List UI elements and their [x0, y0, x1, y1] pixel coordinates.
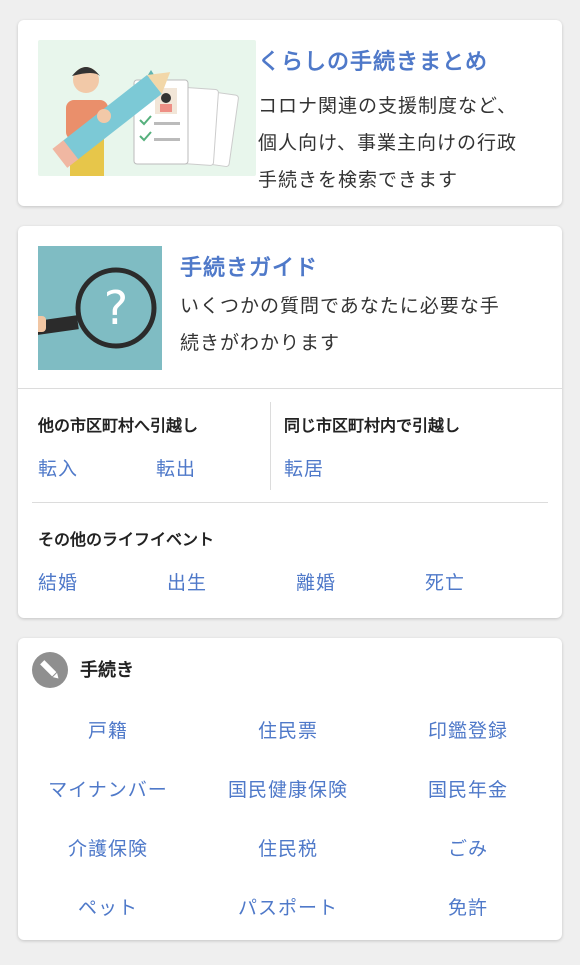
link-shussei[interactable]: 出生 [167, 568, 207, 595]
guide-title[interactable]: 手続きガイド [180, 250, 318, 282]
proc-kaigo[interactable]: 介護保険 [18, 834, 198, 861]
proc-juminzei[interactable]: 住民税 [198, 834, 378, 861]
divider [270, 402, 271, 490]
summary-description: コロナ関連の支援制度など、 個人向け、事業主向けの行政 手続きを検索できます [258, 95, 518, 191]
person-with-pencil-illustration [38, 40, 256, 176]
link-tenkyo[interactable]: 転居 [284, 454, 324, 481]
procedures-title: 手続き [80, 660, 134, 681]
proc-inkan[interactable]: 印鑑登録 [378, 716, 558, 743]
procedures-card: 手続き 戸籍 住民票 印鑑登録 マイナンバー 国民健康保険 国民年金 介護保険 … [18, 638, 562, 940]
proc-juminhyo[interactable]: 住民票 [198, 716, 378, 743]
pencil-icon [32, 652, 68, 688]
proc-kokuho[interactable]: 国民健康保険 [198, 775, 378, 802]
link-rikon[interactable]: 離婚 [296, 568, 336, 595]
proc-nenkin[interactable]: 国民年金 [378, 775, 558, 802]
summary-card[interactable]: くらしの手続きまとめ コロナ関連の支援制度など、 個人向け、事業主向けの行政 手… [18, 20, 562, 206]
magnifier-question-illustration[interactable]: ? [38, 246, 162, 370]
divider [32, 502, 548, 503]
proc-menkyo[interactable]: 免許 [378, 893, 558, 920]
link-tenshutsu[interactable]: 転出 [156, 454, 196, 481]
move-out-label: 他の市区町村へ引越し [38, 416, 199, 435]
proc-koseki[interactable]: 戸籍 [18, 716, 198, 743]
move-within-label: 同じ市区町村内で引越し [284, 416, 461, 435]
guide-card: ? 手続きガイド いくつかの質問であなたに必要な手 続きがわかります 他の市区町… [18, 226, 562, 618]
proc-mynumber[interactable]: マイナンバー [18, 775, 198, 802]
proc-gomi[interactable]: ごみ [378, 834, 558, 861]
link-shibou[interactable]: 死亡 [425, 568, 465, 595]
link-kekkon[interactable]: 結婚 [38, 568, 78, 595]
proc-pet[interactable]: ペット [18, 893, 198, 920]
link-tennyu[interactable]: 転入 [38, 454, 78, 481]
guide-description: いくつかの質問であなたに必要な手 続きがわかります [180, 295, 500, 354]
summary-title[interactable]: くらしの手続きまとめ [258, 44, 488, 76]
proc-passport[interactable]: パスポート [198, 893, 378, 920]
svg-text:?: ? [104, 281, 128, 335]
divider [18, 388, 562, 389]
life-events-label: その他のライフイベント [38, 530, 215, 549]
